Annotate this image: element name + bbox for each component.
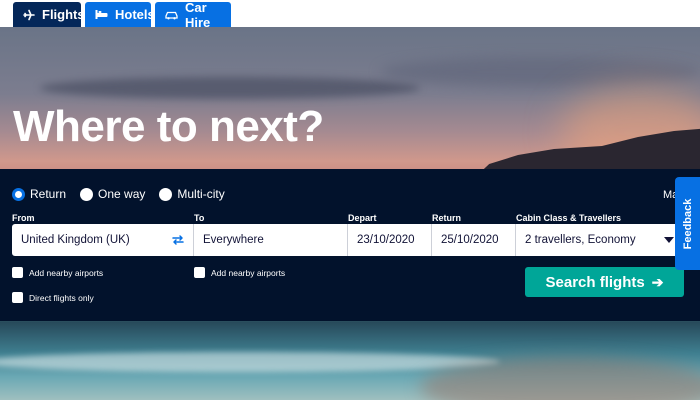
- trip-type-one-way[interactable]: One way: [80, 187, 145, 201]
- from-value: United Kingdom (UK): [21, 234, 130, 246]
- tab-hotels[interactable]: Hotels: [85, 2, 155, 27]
- search-flights-button[interactable]: Search flights ➔: [525, 267, 684, 297]
- from-field[interactable]: United Kingdom (UK): [12, 224, 194, 256]
- checkbox-label: Add nearby airports: [29, 267, 104, 278]
- tab-flights[interactable]: Flights: [13, 2, 85, 27]
- wave-foam: [0, 352, 500, 372]
- cabin-value: 2 travellers, Economy: [525, 234, 636, 246]
- cabin-label: Cabin Class & Travellers: [516, 213, 622, 223]
- radio-button[interactable]: [80, 187, 94, 201]
- page-title: Where to next?: [13, 102, 324, 151]
- tab-label: Hotels: [115, 7, 155, 22]
- trip-type-multi-city[interactable]: Multi-city: [159, 187, 225, 201]
- cabin-travellers-select[interactable]: 2 travellers, Economy: [516, 224, 680, 256]
- checkbox[interactable]: [12, 267, 23, 278]
- flight-search-panel: Return One way Multi-city Ma From To Dep…: [0, 169, 700, 321]
- cloud-decoration: [40, 77, 420, 99]
- checkbox-label: Add nearby airports: [211, 267, 286, 278]
- cloud-decoration: [380, 57, 700, 87]
- tab-label: Car Hire: [185, 0, 211, 30]
- radio-label: Return: [30, 187, 67, 201]
- trip-type-return[interactable]: Return: [12, 187, 66, 201]
- depart-value: 23/10/2020: [357, 234, 415, 246]
- from-label: From: [12, 213, 35, 223]
- feedback-tab[interactable]: Feedback: [675, 177, 700, 270]
- feedback-label: Feedback: [681, 198, 694, 249]
- radio-button[interactable]: [12, 187, 25, 201]
- checkbox[interactable]: [12, 292, 23, 303]
- return-date-field[interactable]: 25/10/2020: [432, 224, 516, 256]
- nearby-to-option[interactable]: Add nearby airports: [194, 267, 285, 278]
- chevron-down-icon: [664, 237, 674, 243]
- search-button-label: Search flights: [545, 273, 645, 291]
- checkbox-label: Direct flights only: [29, 292, 94, 303]
- tab-car-hire[interactable]: Car Hire: [155, 0, 231, 30]
- tab-label: Flights: [42, 7, 85, 22]
- trip-type-selector: Return One way Multi-city: [12, 187, 225, 201]
- arrow-right-icon: ➔: [651, 273, 664, 290]
- return-value: 25/10/2020: [441, 234, 499, 246]
- checkbox[interactable]: [194, 267, 205, 278]
- to-field[interactable]: Everywhere: [194, 224, 348, 256]
- vertical-tabs: Flights Hotels Car Hire: [0, 0, 700, 30]
- radio-label: One way: [98, 187, 146, 201]
- depart-label: Depart: [348, 213, 377, 223]
- swap-icon[interactable]: [171, 233, 185, 247]
- bed-icon: [95, 9, 108, 20]
- direct-flights-option[interactable]: Direct flights only: [12, 292, 94, 303]
- car-icon: [165, 10, 178, 20]
- return-label: Return: [432, 213, 461, 223]
- to-value: Everywhere: [203, 234, 264, 246]
- to-label: To: [194, 213, 205, 223]
- nearby-from-option[interactable]: Add nearby airports: [12, 267, 103, 278]
- radio-button[interactable]: [159, 187, 173, 201]
- plane-icon: [23, 9, 35, 21]
- depart-date-field[interactable]: 23/10/2020: [348, 224, 432, 256]
- radio-label: Multi-city: [177, 187, 225, 201]
